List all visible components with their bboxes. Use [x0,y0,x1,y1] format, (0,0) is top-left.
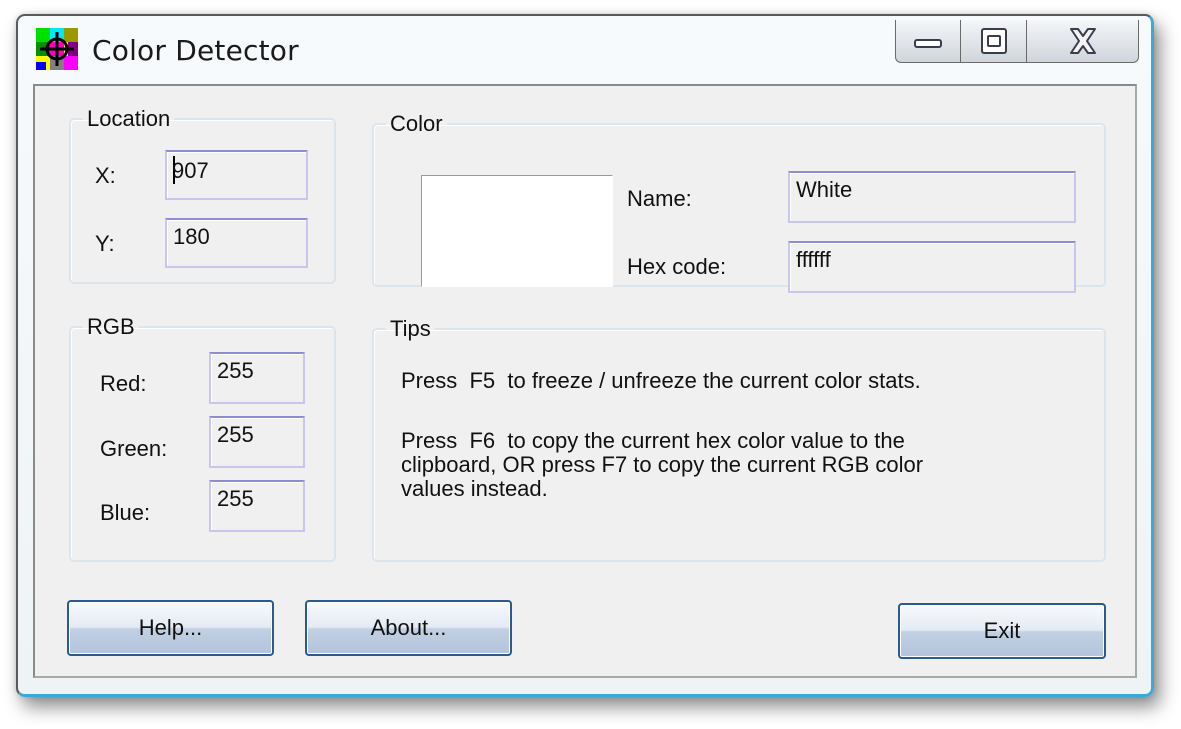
hex-code-field[interactable]: ffffff [788,241,1076,293]
title-bar[interactable]: Color Detector [18,16,1151,84]
exit-button[interactable]: Exit [898,603,1106,659]
blue-value-field[interactable]: 255 [209,480,305,532]
color-name-field[interactable]: White [788,171,1076,223]
close-icon [1069,28,1096,54]
x-label: X: [95,163,116,188]
minimize-icon [914,39,942,48]
tip-copy-line-2: clipboard, OR press F7 to copy the curre… [401,452,924,477]
name-label: Name: [627,186,692,211]
minimize-button[interactable] [896,20,960,62]
tip-copy-line-1: Press F6 to copy the current hex color v… [401,428,905,453]
y-coordinate-value: 180 [173,224,210,249]
window-title: Color Detector [92,34,299,67]
about-button[interactable]: About... [305,600,512,656]
caption-buttons [895,20,1139,63]
maximize-button[interactable] [960,20,1026,62]
tips-legend: Tips [390,316,431,341]
green-value: 255 [217,422,254,447]
color-name-value: White [796,177,853,202]
dialog-client-area: Location X: 907 Y: 180 Color Name: White… [33,84,1137,678]
y-coordinate-field[interactable]: 180 [165,218,308,268]
location-legend: Location [87,106,171,131]
help-button[interactable]: Help... [67,600,274,656]
x-coordinate-value: 907 [172,158,209,183]
green-value-field[interactable]: 255 [209,416,305,468]
red-value-field[interactable]: 255 [209,352,305,404]
blue-value: 255 [217,486,254,511]
tip-freeze: Press F5 to freeze / unfreeze the curren… [401,368,921,393]
hex-code-value: ffffff [796,247,831,272]
close-button[interactable] [1026,20,1138,62]
x-coordinate-field[interactable]: 907 [165,150,308,200]
rgb-legend: RGB [87,314,135,339]
y-label: Y: [95,231,115,256]
red-label: Red: [100,371,147,396]
color-detector-crosshair-icon [36,28,78,70]
hex-code-label: Hex code: [627,254,727,279]
color-detector-window: Color Detector Location X: 907 Y: 180 Co… [16,14,1154,697]
maximize-icon [980,28,1007,54]
blue-label: Blue: [100,500,151,525]
color-legend: Color [390,111,443,136]
color-swatch [421,175,613,287]
tip-copy-line-3: values instead. [401,476,548,501]
green-label: Green: [100,436,168,461]
red-value: 255 [217,358,254,383]
